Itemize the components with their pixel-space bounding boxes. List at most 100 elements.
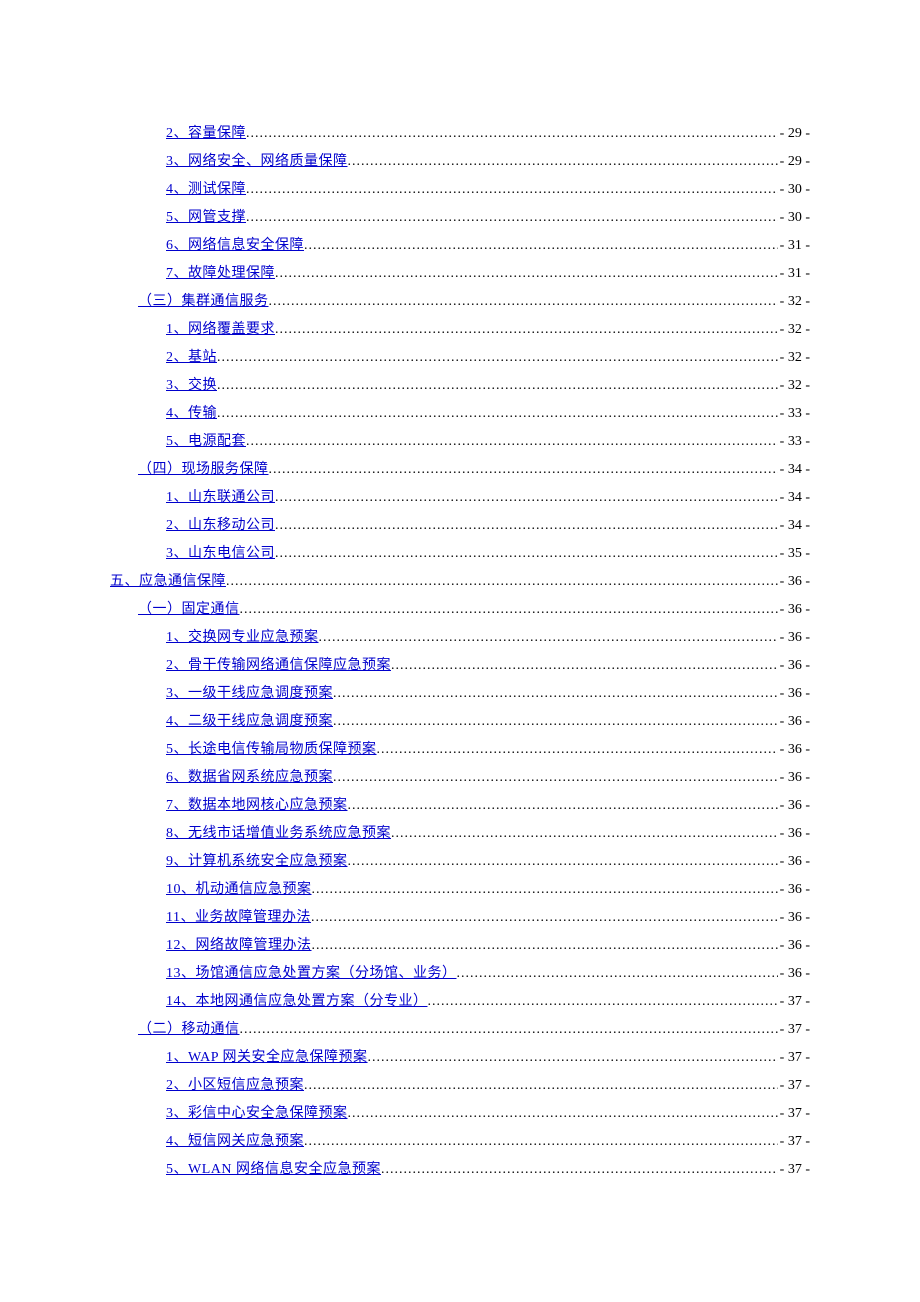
toc-link[interactable]: 4、传输: [166, 400, 217, 428]
toc-leader-dots: [275, 512, 778, 540]
toc-page-number: - 36 -: [778, 652, 810, 680]
toc-page-number: - 36 -: [778, 792, 810, 820]
toc-entry: 2、小区短信应急预案 - 37 -: [110, 1072, 810, 1100]
toc-link[interactable]: 12、网络故障管理办法: [166, 932, 312, 960]
toc-link[interactable]: 13、场馆通信应急处置方案（分场馆、业务）: [166, 960, 457, 988]
toc-link[interactable]: 3、山东电信公司: [166, 540, 275, 568]
toc-link[interactable]: 五、应急通信保障: [110, 568, 226, 596]
toc-leader-dots: [428, 988, 778, 1016]
toc-leader-dots: [319, 624, 778, 652]
toc-entry: 5、网管支撑- 30 -: [110, 204, 810, 232]
toc-page-number: - 37 -: [778, 1072, 810, 1100]
toc-link[interactable]: 2、容量保障: [166, 120, 246, 148]
toc-leader-dots: [311, 904, 778, 932]
toc-link[interactable]: 4、测试保障: [166, 176, 246, 204]
toc-link[interactable]: 5、WLAN 网络信息安全应急预案: [166, 1156, 381, 1184]
toc-link[interactable]: 3、彩信中心安全急保障预案: [166, 1100, 348, 1128]
toc-page-number: - 32 -: [778, 372, 810, 400]
toc-leader-dots: [217, 400, 778, 428]
toc-entry: 5、WLAN 网络信息安全应急预案 - 37 -: [110, 1156, 810, 1184]
toc-entry: 7、故障处理保障- 31 -: [110, 260, 810, 288]
toc-page-number: - 36 -: [778, 708, 810, 736]
toc-page-number: - 31 -: [778, 232, 810, 260]
toc-link[interactable]: 14、本地网通信应急处置方案（分专业）: [166, 988, 428, 1016]
toc-link[interactable]: 2、小区短信应急预案: [166, 1072, 304, 1100]
toc-link[interactable]: 7、数据本地网核心应急预案: [166, 792, 348, 820]
toc-link[interactable]: 1、交换网专业应急预案: [166, 624, 319, 652]
toc-link[interactable]: 2、基站: [166, 344, 217, 372]
toc-entry: 1、网络覆盖要求- 32 -: [110, 316, 810, 344]
toc-entry: 12、网络故障管理办法- 36 -: [110, 932, 810, 960]
toc-page-number: - 36 -: [778, 736, 810, 764]
toc-leader-dots: [269, 288, 778, 316]
toc-link[interactable]: （三）集群通信服务: [138, 288, 269, 316]
toc-page-number: - 34 -: [778, 484, 810, 512]
toc-entry: 2、容量保障- 29 -: [110, 120, 810, 148]
toc-leader-dots: [348, 792, 778, 820]
toc-entry: 3、彩信中心安全急保障预案- 37 -: [110, 1100, 810, 1128]
toc-leader-dots: [246, 176, 778, 204]
toc-entry: 4、短信网关应急预案 - 37 -: [110, 1128, 810, 1156]
toc-link[interactable]: 4、短信网关应急预案: [166, 1128, 304, 1156]
toc-link[interactable]: 6、数据省网系统应急预案: [166, 764, 333, 792]
toc-link[interactable]: 7、故障处理保障: [166, 260, 275, 288]
toc-link[interactable]: 1、网络覆盖要求: [166, 316, 275, 344]
toc-page-number: - 30 -: [778, 176, 810, 204]
toc-entry: （一）固定通信- 36 -: [110, 596, 810, 624]
toc-list: 2、容量保障- 29 -3、网络安全、网络质量保障- 29 -4、测试保障- 3…: [110, 120, 810, 1184]
toc-link[interactable]: 4、二级干线应急调度预案: [166, 708, 333, 736]
toc-entry: 五、应急通信保障- 36 -: [110, 568, 810, 596]
toc-link[interactable]: 9、计算机系统安全应急预案: [166, 848, 348, 876]
toc-link[interactable]: 1、WAP 网关安全应急保障预案: [166, 1044, 368, 1072]
toc-link[interactable]: （一）固定通信: [138, 596, 240, 624]
toc-link[interactable]: 5、电源配套: [166, 428, 246, 456]
toc-leader-dots: [333, 764, 778, 792]
toc-link[interactable]: 5、长途电信传输局物质保障预案: [166, 736, 377, 764]
toc-page-number: - 33 -: [778, 428, 810, 456]
toc-leader-dots: [246, 428, 778, 456]
toc-entry: 1、山东联通公司 - 34 -: [110, 484, 810, 512]
toc-page-number: - 36 -: [778, 904, 810, 932]
toc-link[interactable]: 8、无线市话增值业务系统应急预案: [166, 820, 391, 848]
toc-link[interactable]: （二）移动通信: [138, 1016, 240, 1044]
toc-leader-dots: [312, 932, 778, 960]
toc-leader-dots: [348, 148, 778, 176]
toc-entry: 1、交换网专业应急预案- 36 -: [110, 624, 810, 652]
toc-link[interactable]: 5、网管支撑: [166, 204, 246, 232]
toc-entry: 4、测试保障 - 30 -: [110, 176, 810, 204]
toc-page-number: - 37 -: [778, 1156, 810, 1184]
toc-link[interactable]: 10、机动通信应急预案: [166, 876, 312, 904]
toc-link[interactable]: 3、一级干线应急调度预案: [166, 680, 333, 708]
toc-page: 2、容量保障- 29 -3、网络安全、网络质量保障- 29 -4、测试保障- 3…: [0, 0, 920, 1264]
toc-entry: 6、数据省网系统应急预案- 36 -: [110, 764, 810, 792]
toc-entry: 4、传输- 33 -: [110, 400, 810, 428]
toc-link[interactable]: 2、山东移动公司: [166, 512, 275, 540]
toc-link[interactable]: 3、网络安全、网络质量保障: [166, 148, 348, 176]
toc-page-number: - 37 -: [778, 1128, 810, 1156]
toc-entry: 5、电源配套 - 33 -: [110, 428, 810, 456]
toc-leader-dots: [240, 1016, 778, 1044]
toc-entry: 2、基站 - 32 -: [110, 344, 810, 372]
toc-leader-dots: [275, 484, 778, 512]
toc-entry: 14、本地网通信应急处置方案（分专业）- 37 -: [110, 988, 810, 1016]
toc-link[interactable]: 2、骨干传输网络通信保障应急预案: [166, 652, 391, 680]
toc-leader-dots: [240, 596, 778, 624]
toc-entry: 13、场馆通信应急处置方案（分场馆、业务）- 36 -: [110, 960, 810, 988]
toc-leader-dots: [246, 204, 778, 232]
toc-leader-dots: [226, 568, 778, 596]
toc-link[interactable]: 3、交换: [166, 372, 217, 400]
toc-entry: 2、骨干传输网络通信保障应急预案 - 36 -: [110, 652, 810, 680]
toc-leader-dots: [333, 680, 778, 708]
toc-link[interactable]: 6、网络信息安全保障: [166, 232, 304, 260]
toc-link[interactable]: （四）现场服务保障: [138, 456, 269, 484]
toc-leader-dots: [312, 876, 778, 904]
toc-page-number: - 34 -: [778, 456, 810, 484]
toc-page-number: - 32 -: [778, 344, 810, 372]
toc-entry: 1、WAP 网关安全应急保障预案- 37 -: [110, 1044, 810, 1072]
toc-entry: 9、计算机系统安全应急预案- 36 -: [110, 848, 810, 876]
toc-leader-dots: [368, 1044, 778, 1072]
toc-entry: 3、山东电信公司- 35 -: [110, 540, 810, 568]
toc-leader-dots: [348, 848, 778, 876]
toc-link[interactable]: 11、业务故障管理办法: [166, 904, 311, 932]
toc-link[interactable]: 1、山东联通公司: [166, 484, 275, 512]
